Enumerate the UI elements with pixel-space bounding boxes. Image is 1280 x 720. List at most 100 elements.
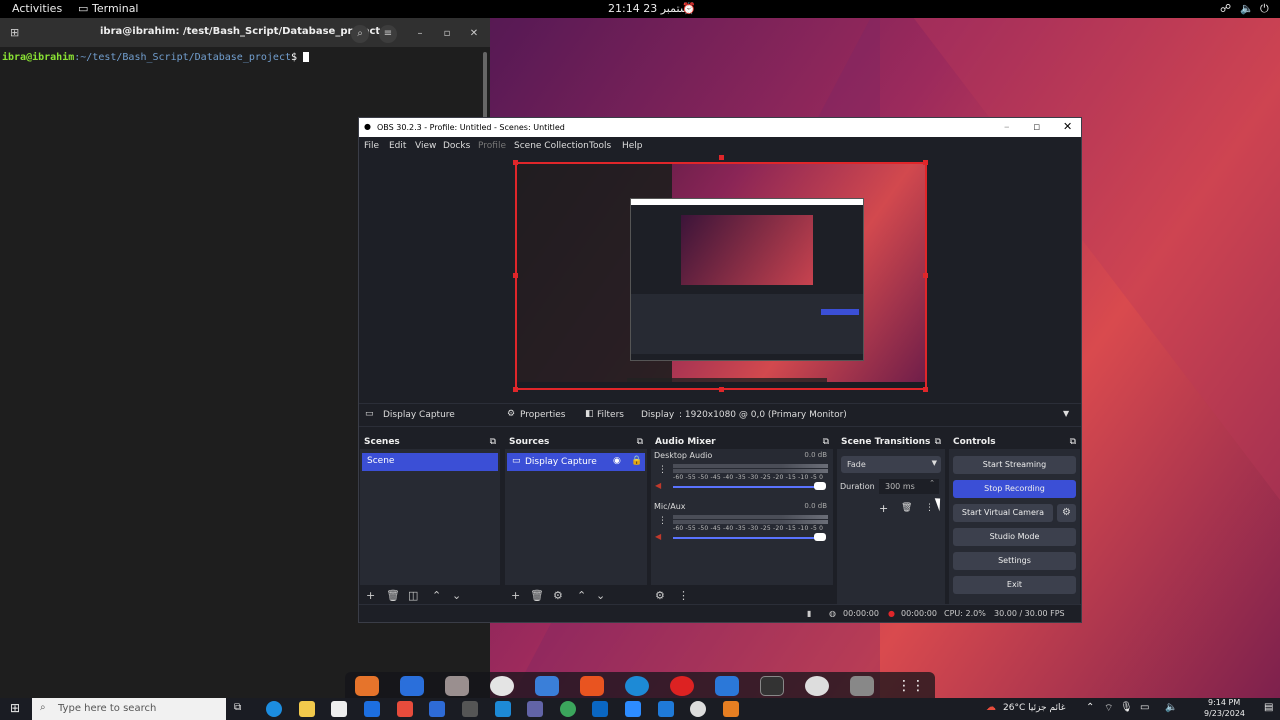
properties-button[interactable]: Properties <box>520 410 565 420</box>
clock[interactable]: 21:14 23 ستمبر <box>608 2 689 15</box>
close-icon[interactable]: ✕ <box>465 25 483 43</box>
volume-slider-handle[interactable] <box>814 482 826 490</box>
preview-canvas[interactable] <box>515 162 927 390</box>
activities-button[interactable]: Activities <box>12 2 62 15</box>
volume-tray-icon[interactable]: 🔈 <box>1165 702 1177 713</box>
studio-mode-button[interactable]: Studio Mode <box>953 528 1076 546</box>
menu-file[interactable]: File <box>364 141 379 151</box>
help-icon[interactable] <box>625 676 649 696</box>
volume-icon[interactable]: 🔈 <box>1240 2 1254 15</box>
display-select[interactable]: : 1920x1080 @ 0,0 (Primary Monitor) <box>679 410 847 420</box>
menu-help[interactable]: Help <box>622 141 643 151</box>
add-icon[interactable]: + <box>511 589 520 602</box>
game-icon[interactable] <box>670 676 694 696</box>
search-box[interactable]: ⌕ Type here to search <box>32 698 226 720</box>
edge-icon[interactable] <box>266 701 282 717</box>
scrollbar[interactable] <box>483 52 487 122</box>
power-icon[interactable]: ⏻ <box>1260 2 1269 16</box>
filter-icon[interactable]: ◫ <box>408 589 418 602</box>
maximize-icon[interactable]: ▫ <box>438 25 456 43</box>
mic-tray-icon[interactable]: 🎙 <box>1120 702 1133 713</box>
close-icon[interactable]: ✕ <box>1063 120 1072 133</box>
app-grid-icon[interactable]: ⋮⋮ <box>897 676 925 696</box>
kebab-menu-icon[interactable]: ⋮ <box>658 516 667 526</box>
kebab-menu-icon[interactable]: ⋮ <box>925 503 934 513</box>
menu-scene-collection[interactable]: Scene Collection <box>514 141 589 151</box>
minimize-icon[interactable]: – <box>411 25 429 43</box>
menu-view[interactable]: View <box>415 141 436 151</box>
move-down-icon[interactable]: ⌄ <box>596 589 605 602</box>
file-explorer-icon[interactable] <box>299 701 315 717</box>
kebab-menu-icon[interactable]: ⋮ <box>678 589 689 602</box>
app-icon[interactable] <box>462 701 478 717</box>
chrome-icon[interactable] <box>490 676 514 696</box>
menu-docks[interactable]: Docks <box>443 141 470 151</box>
taskbar-time[interactable]: 9:14 PM <box>1208 698 1240 707</box>
brave-icon[interactable] <box>397 701 413 717</box>
new-tab-icon[interactable]: ⊞ <box>10 26 19 39</box>
chrome-taskbar-icon[interactable] <box>560 701 576 717</box>
store-icon[interactable] <box>331 701 347 717</box>
duration-input[interactable]: 300 ms ⌃ <box>879 479 939 494</box>
network-icon[interactable]: ☍ <box>1220 2 1231 15</box>
volume-slider[interactable] <box>673 486 823 488</box>
settings-button[interactable]: Settings <box>953 552 1076 570</box>
search-icon[interactable]: ⌕ <box>351 25 369 43</box>
app-center-icon[interactable] <box>580 676 604 696</box>
lock-icon[interactable]: 🔒 <box>631 456 642 466</box>
menu-edit[interactable]: Edit <box>389 141 406 151</box>
teams-icon[interactable] <box>527 701 543 717</box>
display-tray-icon[interactable]: ▭ <box>1140 702 1149 713</box>
weather-text[interactable]: 26°C غائم جزئيا <box>1003 703 1065 713</box>
undock-icon[interactable]: ⧉ <box>935 435 941 449</box>
volume-slider-handle[interactable] <box>814 533 826 541</box>
trash-dock-icon[interactable] <box>850 676 874 696</box>
chevron-down-icon[interactable]: ▼ <box>1063 409 1069 418</box>
vlc-icon[interactable] <box>723 701 739 717</box>
obs-taskbar-icon[interactable] <box>690 701 706 717</box>
undock-icon[interactable]: ⧉ <box>823 435 829 449</box>
trash-icon[interactable]: 🗑 <box>386 589 400 602</box>
move-up-icon[interactable]: ⌃ <box>577 589 586 602</box>
volume-slider[interactable] <box>673 537 823 539</box>
kebab-menu-icon[interactable]: ⋮ <box>658 465 667 475</box>
maximize-icon[interactable]: ▫ <box>1033 120 1040 133</box>
mail-icon[interactable] <box>364 701 380 717</box>
code-icon[interactable] <box>715 676 739 696</box>
filters-button[interactable]: Filters <box>597 410 624 420</box>
minimize-icon[interactable]: – <box>1004 120 1010 133</box>
thunderbird-icon[interactable] <box>400 676 424 696</box>
transition-select[interactable]: Fade ▼ <box>841 456 941 473</box>
linkedin-icon[interactable] <box>592 701 608 717</box>
tray-chevron-icon[interactable]: ⌃ <box>1086 702 1094 713</box>
menu-tools[interactable]: Tools <box>589 141 611 151</box>
windows-start-icon[interactable]: ⊞ <box>10 701 20 715</box>
undock-icon[interactable]: ⧉ <box>490 435 496 449</box>
stepper-icon[interactable]: ⌃ <box>929 479 935 487</box>
menu-profile[interactable]: Profile <box>478 141 506 151</box>
mute-speaker-icon[interactable]: ◀ <box>655 481 661 490</box>
undock-icon[interactable]: ⧉ <box>1070 435 1076 449</box>
trash-icon[interactable]: 🗑 <box>901 503 912 513</box>
gear-icon[interactable]: ⚙ <box>553 589 563 602</box>
gear-icon[interactable]: ⚙ <box>655 589 665 602</box>
start-virtual-camera-button[interactable]: Start Virtual Camera <box>953 504 1053 522</box>
trash-icon[interactable]: 🗑 <box>530 589 544 602</box>
taskbar-date[interactable]: 9/23/2024 <box>1204 709 1245 718</box>
visibility-eye-icon[interactable]: ◉ <box>613 456 621 466</box>
gear-icon[interactable]: ⚙ <box>1057 504 1076 522</box>
menu-icon[interactable]: ≡ <box>379 25 397 43</box>
files-app-icon[interactable] <box>355 676 379 696</box>
software-icon[interactable] <box>445 676 469 696</box>
move-down-icon[interactable]: ⌄ <box>452 589 461 602</box>
task-view-icon[interactable]: ⧉ <box>234 702 241 713</box>
add-icon[interactable]: + <box>366 589 375 602</box>
exit-button[interactable]: Exit <box>953 576 1076 594</box>
mute-mic-icon[interactable]: ◀ <box>655 532 661 541</box>
network-tray-icon[interactable]: ⌔ <box>1104 702 1113 715</box>
add-icon[interactable]: + <box>879 502 888 515</box>
vscode-icon[interactable] <box>535 676 559 696</box>
vscode-taskbar-icon[interactable] <box>658 701 674 717</box>
source-list-item[interactable]: ▭ Display Capture ◉ 🔒 <box>507 453 645 471</box>
start-streaming-button[interactable]: Start Streaming <box>953 456 1076 474</box>
